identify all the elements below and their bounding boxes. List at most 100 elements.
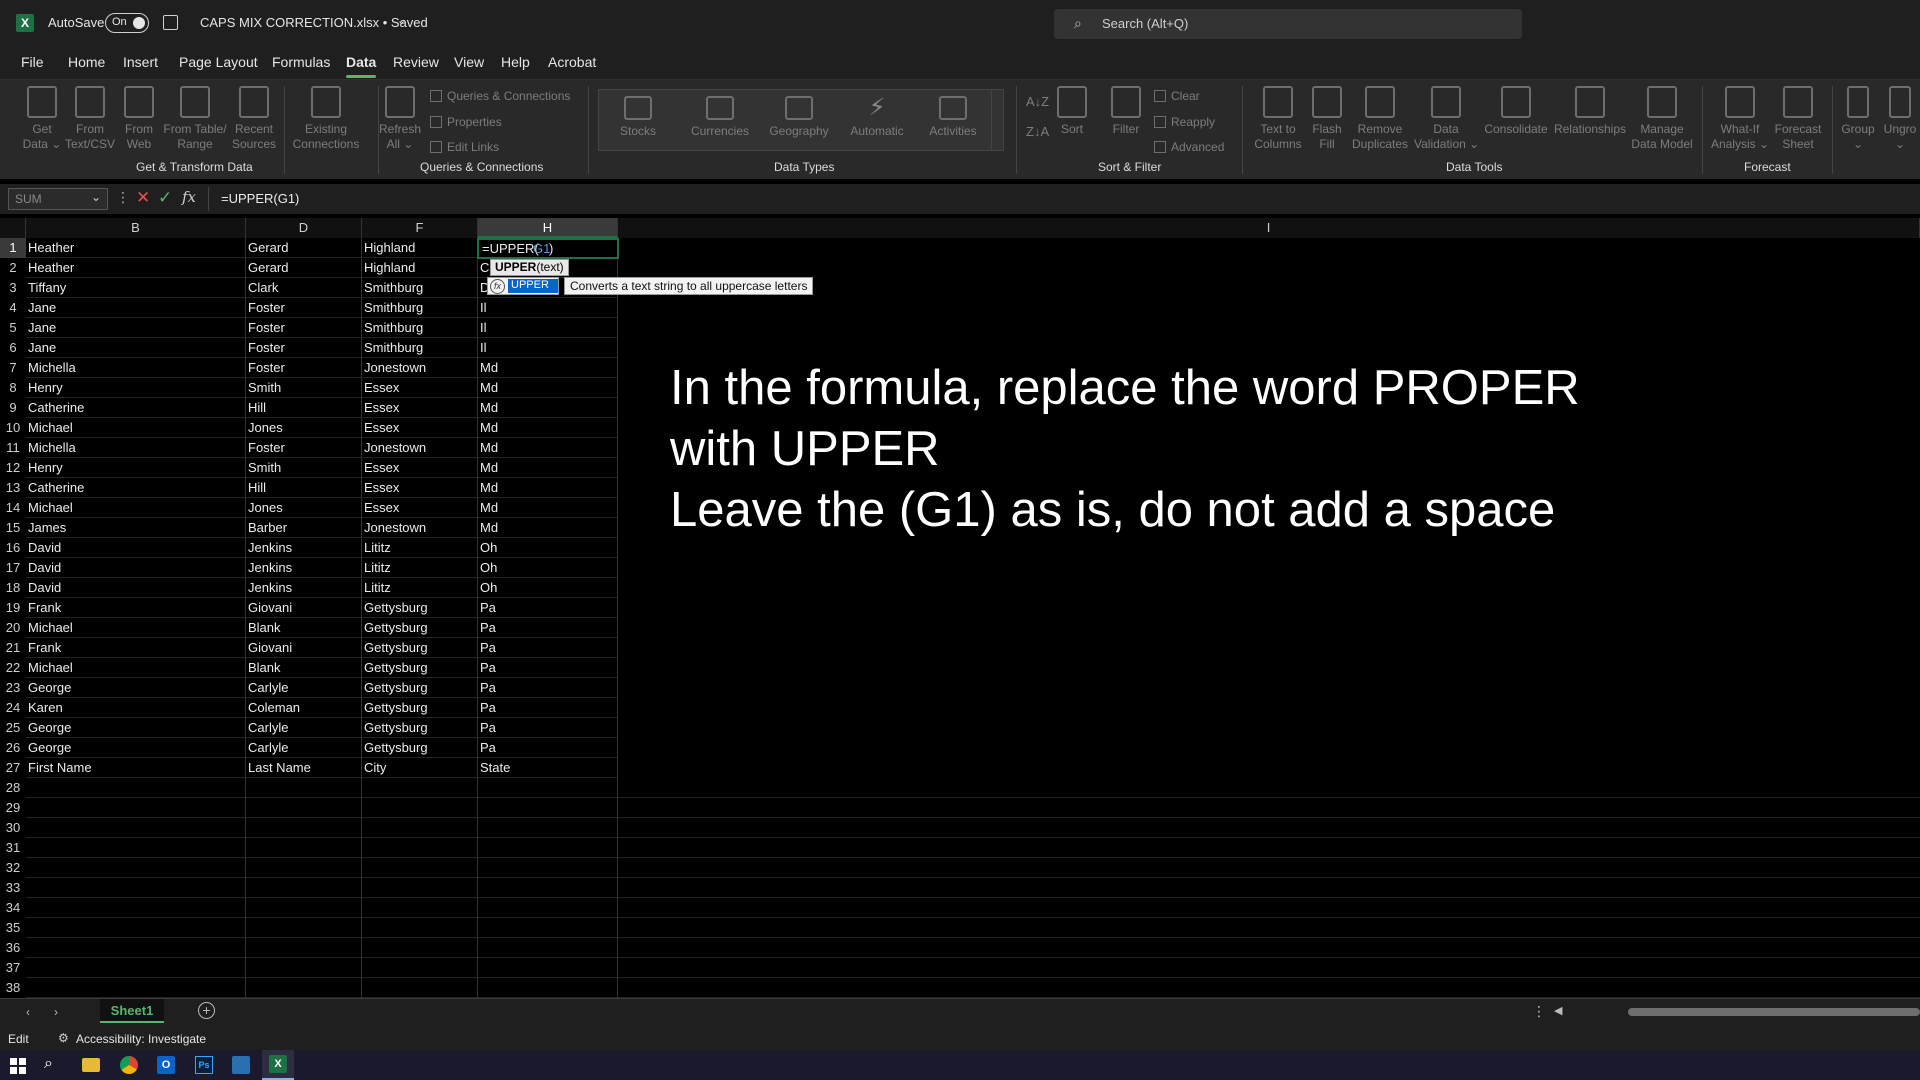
ungroup-button[interactable]: Ungro ⌄ [1880,86,1920,152]
outlook-icon[interactable]: O [157,1056,175,1074]
geography-button[interactable]: Geography [763,96,835,139]
cell-d14[interactable]: Jones [246,498,362,518]
cell-h7[interactable]: Md [478,358,618,378]
cell-h13[interactable]: Md [478,478,618,498]
row-header[interactable]: 17 [0,558,26,578]
cell-f21[interactable]: Gettysburg [362,638,478,658]
tab-insert[interactable]: Insert [123,54,158,70]
cell-d16[interactable]: Jenkins [246,538,362,558]
row-header[interactable]: 25 [0,718,26,738]
cell-d19[interactable]: Giovani [246,598,362,618]
photoshop-icon[interactable]: Ps [195,1056,213,1074]
cell-b1[interactable]: Heather [26,238,246,258]
formula-bar-menu-icon[interactable]: ⋮ [116,189,130,206]
accessibility-icon[interactable]: ⚙ [58,1031,69,1045]
row-header[interactable]: 15 [0,518,26,538]
cell-h27[interactable]: State [478,758,618,778]
row-header[interactable]: 6 [0,338,26,358]
excel-taskbar-icon[interactable]: X [262,1050,294,1080]
enter-icon[interactable]: ✓ [158,188,172,208]
stocks-button[interactable]: Stocks [611,96,665,139]
cell-h5[interactable]: Il [478,318,618,338]
cell-f18[interactable]: Lititz [362,578,478,598]
cell-b27[interactable]: First Name [26,758,246,778]
tab-view[interactable]: View [454,54,484,70]
row-header[interactable]: 30 [0,818,26,838]
cell-h26[interactable]: Pa [478,738,618,758]
cell-b20[interactable]: Michael [26,618,246,638]
gallery-scroll[interactable] [991,90,1003,150]
column-header-f[interactable]: F [362,218,478,238]
row-header[interactable]: 16 [0,538,26,558]
what-if-analysis-button[interactable]: What-If Analysis ⌄ [1710,86,1770,152]
tab-review[interactable]: Review [393,54,439,70]
cell-b17[interactable]: David [26,558,246,578]
row-header[interactable]: 26 [0,738,26,758]
cell-d25[interactable]: Carlyle [246,718,362,738]
cell-h12[interactable]: Md [478,458,618,478]
accessibility-status[interactable]: Accessibility: Investigate [76,1032,206,1046]
filename[interactable]: CAPS MIX CORRECTION.xlsx • Saved [200,15,428,30]
cell-f3[interactable]: Smithburg [362,278,478,298]
cell-f11[interactable]: Jonestown [362,438,478,458]
row-header[interactable]: 18 [0,578,26,598]
sort-button[interactable]: Sort [1052,86,1092,137]
row-header[interactable]: 8 [0,378,26,398]
cell-h6[interactable]: Il [478,338,618,358]
data-validation-button[interactable]: Data Validation ⌄ [1414,86,1479,152]
text-to-columns-button[interactable]: Text to Columns [1250,86,1306,152]
row-header[interactable]: 10 [0,418,26,438]
cell-h20[interactable]: Pa [478,618,618,638]
cell-b24[interactable]: Karen [26,698,246,718]
active-cell-h1[interactable]: =UPPER( G1 ) [477,238,619,259]
forecast-sheet-button[interactable]: Forecast Sheet [1772,86,1824,152]
save-icon[interactable] [163,15,178,30]
cell-f24[interactable]: Gettysburg [362,698,478,718]
function-hint[interactable]: UPPER(text) [490,259,569,276]
tab-acrobat[interactable]: Acrobat [548,54,596,70]
cell-d6[interactable]: Foster [246,338,362,358]
data-types-gallery[interactable]: Stocks Currencies Geography ⚡ Automatic A… [598,89,1004,151]
cell-d10[interactable]: Jones [246,418,362,438]
advanced-button[interactable]: Advanced [1154,140,1224,154]
add-sheet-icon[interactable]: + [198,1002,215,1019]
spreadsheet-grid[interactable]: B D F H I 1 Heather Gerard Highland 2 Heather… [0,218,1920,998]
cell-d23[interactable]: Carlyle [246,678,362,698]
tab-page-layout[interactable]: Page Layout [179,54,258,70]
tab-help[interactable]: Help [501,54,530,70]
cell-b15[interactable]: James [26,518,246,538]
cell-f17[interactable]: Lititz [362,558,478,578]
cell-d17[interactable]: Jenkins [246,558,362,578]
row-header[interactable]: 19 [0,598,26,618]
from-web-button[interactable]: From Web [118,86,160,152]
cell-d24[interactable]: Coleman [246,698,362,718]
cell-f9[interactable]: Essex [362,398,478,418]
cell-f13[interactable]: Essex [362,478,478,498]
cell-f10[interactable]: Essex [362,418,478,438]
select-all-corner[interactable] [0,218,26,238]
chrome-icon[interactable] [120,1056,138,1074]
cell-h11[interactable]: Md [478,438,618,458]
edit-links-button[interactable]: Edit Links [430,140,499,154]
autocomplete-list[interactable]: UPPER fx [487,277,559,295]
cell-h21[interactable]: Pa [478,638,618,658]
currencies-button[interactable]: Currencies [685,96,755,139]
sort-za-button[interactable]: Z↓A [1026,124,1049,139]
cell-d1[interactable]: Gerard [246,238,362,258]
autosave-toggle[interactable]: On [105,13,149,33]
cell-b4[interactable]: Jane [26,298,246,318]
from-text-csv-button[interactable]: From Text/CSV [64,86,116,152]
row-header[interactable]: 33 [0,878,26,898]
column-header-d[interactable]: D [246,218,362,238]
search-box[interactable]: ⌕ Search (Alt+Q) [1054,9,1522,39]
cell-b3[interactable]: Tiffany [26,278,246,298]
activities-button[interactable]: Activities [921,96,985,139]
cancel-icon[interactable]: ✕ [136,188,150,208]
row-header[interactable]: 38 [0,978,26,998]
cell-b19[interactable]: Frank [26,598,246,618]
automatic-button[interactable]: ⚡ Automatic [841,96,913,139]
taskbar-search-icon[interactable]: ⌕ [44,1055,53,1073]
cell-h15[interactable]: Md [478,518,618,538]
reapply-button[interactable]: Reapply [1154,115,1215,129]
cell-d11[interactable]: Foster [246,438,362,458]
